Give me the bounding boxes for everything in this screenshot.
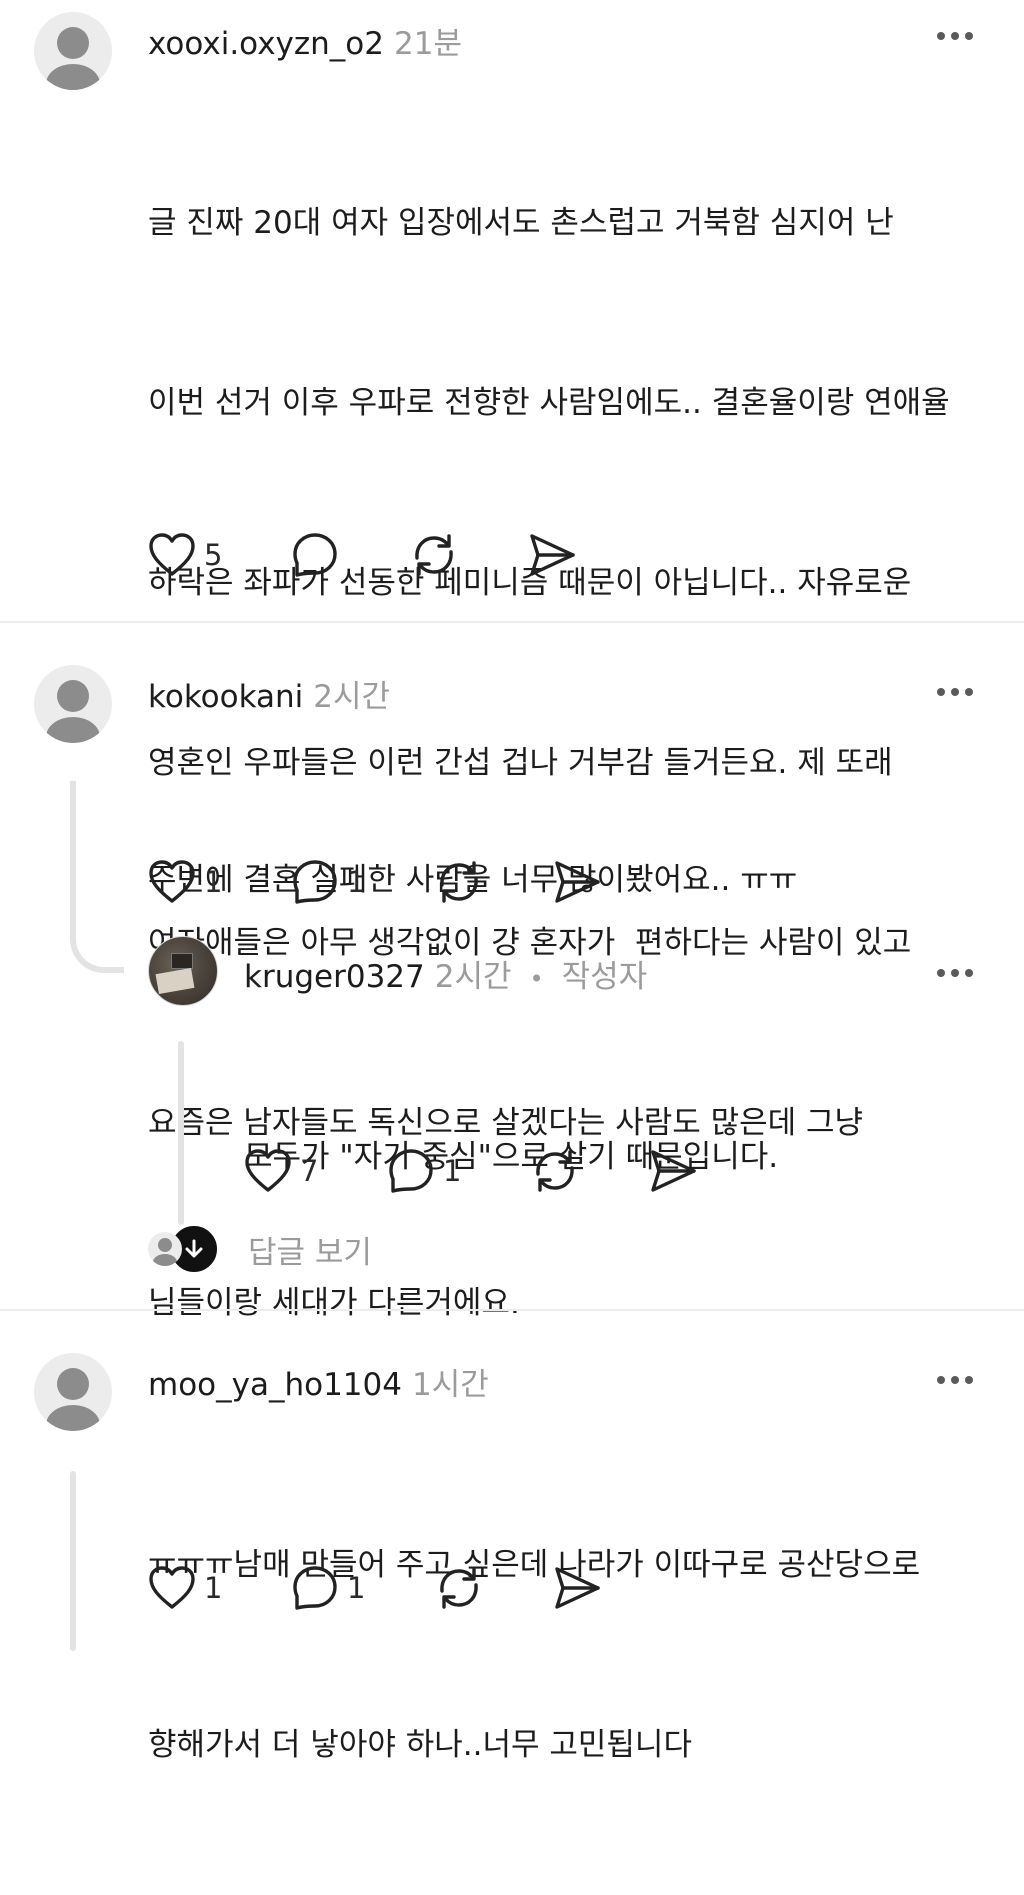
repost-icon (415, 534, 453, 576)
username[interactable]: xooxi.oxyzn_o2 (148, 26, 384, 62)
repost-icon (440, 1567, 478, 1609)
thread-line (178, 1041, 184, 1225)
avatar[interactable] (148, 936, 218, 1006)
repost-button[interactable] (409, 530, 527, 580)
comment-bubble-icon (293, 1566, 337, 1610)
avatar (148, 1232, 182, 1266)
comment-bubble-icon (389, 1149, 433, 1193)
like-count: 1 (204, 1571, 223, 1605)
like-count: 7 (300, 1154, 319, 1188)
username[interactable]: moo_ya_ho1104 (148, 1367, 402, 1403)
like-count: 5 (204, 538, 223, 572)
share-button[interactable] (648, 1147, 698, 1195)
repost-button[interactable] (434, 857, 552, 907)
comment-text: ㅠㅠㅠ남매 만들어 주고 싶은데 나라가 이따구로 공산당으로 향해가서 더 낳… (148, 1547, 921, 1763)
separator-dot: • (529, 965, 544, 993)
share-button[interactable] (527, 531, 577, 579)
timestamp: 2시간 (434, 959, 512, 995)
avatar[interactable] (34, 12, 112, 90)
comment-2: kokookani 2시간 주변에 결혼 실패한 사람을 너무 많이봤어요.. … (0, 623, 1024, 1308)
reply-count: 1 (443, 1154, 462, 1188)
username[interactable]: kokookani (148, 679, 303, 715)
view-replies-button[interactable]: 답글 보기 (148, 1223, 372, 1275)
thread-connector (70, 781, 124, 973)
send-icon (555, 1567, 600, 1609)
reply-button[interactable] (291, 531, 409, 579)
heart-icon (149, 533, 195, 576)
heart-icon (149, 860, 195, 903)
reply-count: 1 (347, 1571, 366, 1605)
reply-button[interactable]: 1 (291, 1564, 434, 1612)
reply-button[interactable]: 1 (291, 858, 434, 906)
heart-icon (245, 1149, 291, 1192)
thread-line (70, 1471, 76, 1651)
comment-1: xooxi.oxyzn_o2 21분 글 진짜 20대 여자 입장에서도 촌스럽… (0, 0, 1024, 1321)
like-button[interactable]: 1 (148, 859, 291, 905)
heart-icon (149, 1566, 195, 1609)
repost-button[interactable] (530, 1146, 648, 1196)
comment-bubble-icon (293, 860, 337, 904)
avatar[interactable] (34, 665, 112, 743)
repost-button[interactable] (434, 1563, 552, 1613)
timestamp: 2시간 (313, 679, 391, 715)
more-dots-icon[interactable] (937, 969, 973, 977)
like-count: 1 (204, 865, 223, 899)
timestamp: 1시간 (411, 1367, 489, 1403)
send-icon (530, 534, 575, 576)
author-badge: 작성자 (561, 959, 648, 995)
timestamp: 21분 (394, 26, 462, 62)
like-button[interactable]: 7 (244, 1148, 387, 1194)
like-button[interactable]: 1 (148, 1565, 291, 1611)
avatar[interactable] (34, 1353, 112, 1431)
repost-icon (440, 861, 478, 903)
more-dots-icon[interactable] (937, 1376, 973, 1384)
more-dots-icon[interactable] (937, 32, 973, 40)
more-dots-icon[interactable] (937, 688, 973, 696)
share-button[interactable] (552, 1564, 602, 1612)
send-icon (555, 861, 600, 903)
share-button[interactable] (552, 858, 602, 906)
comment-bubble-icon (293, 533, 337, 577)
comment-3: moo_ya_ho1104 1시간 ㅠㅠㅠ남매 만들어 주고 싶은데 나라가 이… (0, 1311, 1024, 1763)
reply-button[interactable]: 1 (387, 1147, 530, 1195)
like-button[interactable]: 5 (148, 532, 291, 578)
username[interactable]: kruger0327 (244, 959, 425, 995)
reply-count: 1 (347, 865, 366, 899)
view-replies-label: 답글 보기 (248, 1234, 372, 1271)
repost-icon (536, 1150, 574, 1192)
send-icon (651, 1150, 696, 1192)
